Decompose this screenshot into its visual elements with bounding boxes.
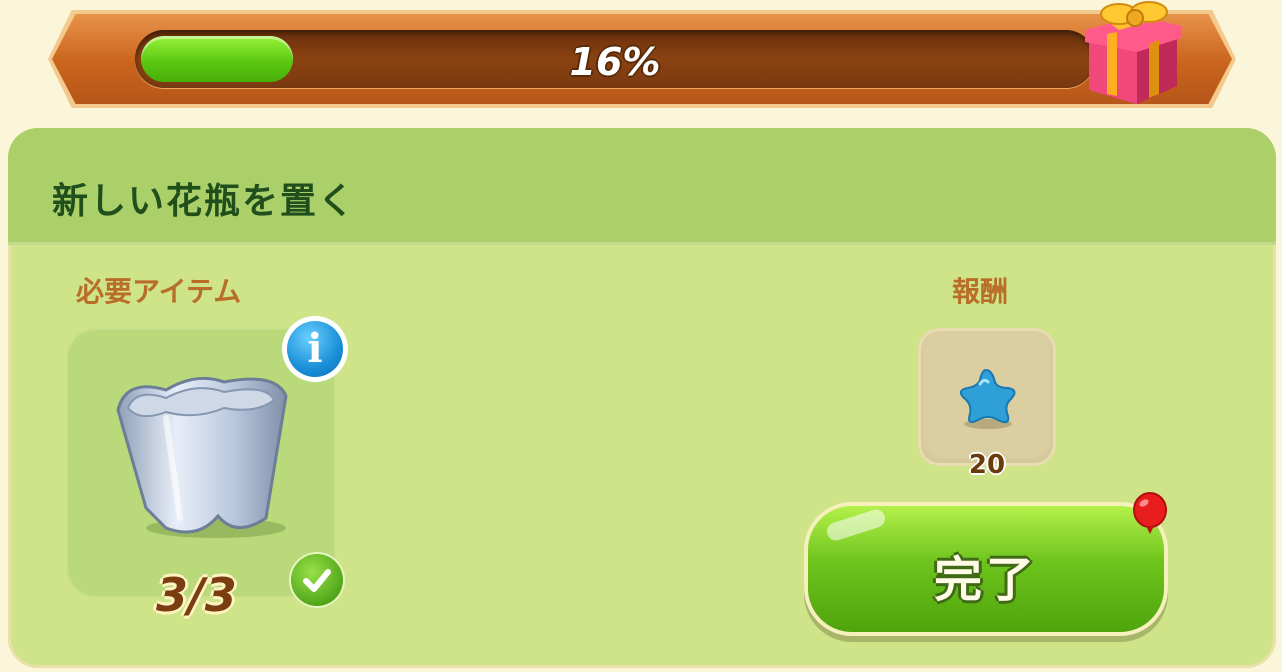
complete-button-label: 完了 bbox=[933, 552, 1038, 608]
notification-balloon-icon bbox=[1133, 492, 1167, 534]
reward-label: 報酬 bbox=[952, 275, 1009, 308]
reward-slot bbox=[918, 328, 1056, 466]
button-shine bbox=[824, 507, 888, 543]
blue-star-icon bbox=[959, 368, 1016, 429]
gift-box-icon[interactable] bbox=[1083, 0, 1183, 108]
progress-bar: 16% bbox=[135, 30, 1095, 88]
required-items-label: 必要アイテム bbox=[76, 275, 242, 308]
progress-percent: 16% bbox=[569, 40, 661, 84]
complete-button[interactable]: 完了 bbox=[808, 506, 1164, 632]
vase-icon bbox=[116, 376, 288, 538]
checkmark-icon bbox=[291, 554, 343, 606]
panel-header: 新しい花瓶を置く bbox=[8, 128, 1276, 245]
reward-amount: 20 bbox=[968, 450, 1006, 480]
info-button[interactable]: i bbox=[282, 316, 348, 382]
item-count: 3/3 bbox=[156, 568, 237, 622]
quest-panel: 新しい花瓶を置く 必要アイテム 報酬 i 3/3 20 完了 bbox=[8, 128, 1276, 668]
task-title: 新しい花瓶を置く bbox=[52, 181, 357, 222]
info-icon: i bbox=[287, 321, 343, 377]
